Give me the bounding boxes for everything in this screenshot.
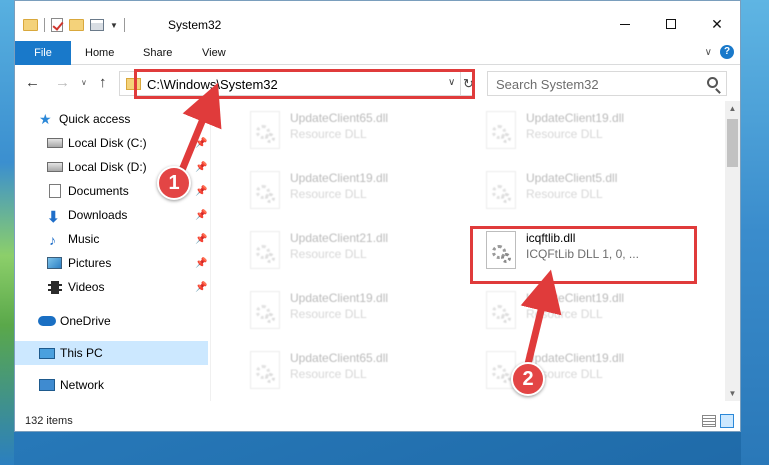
step-1-badge: 1	[157, 166, 191, 200]
step-2-badge: 2	[511, 362, 545, 396]
arrow-to-file	[520, 269, 562, 365]
annotation-arrows	[176, 82, 562, 365]
arrow-to-address-bar	[176, 82, 222, 177]
